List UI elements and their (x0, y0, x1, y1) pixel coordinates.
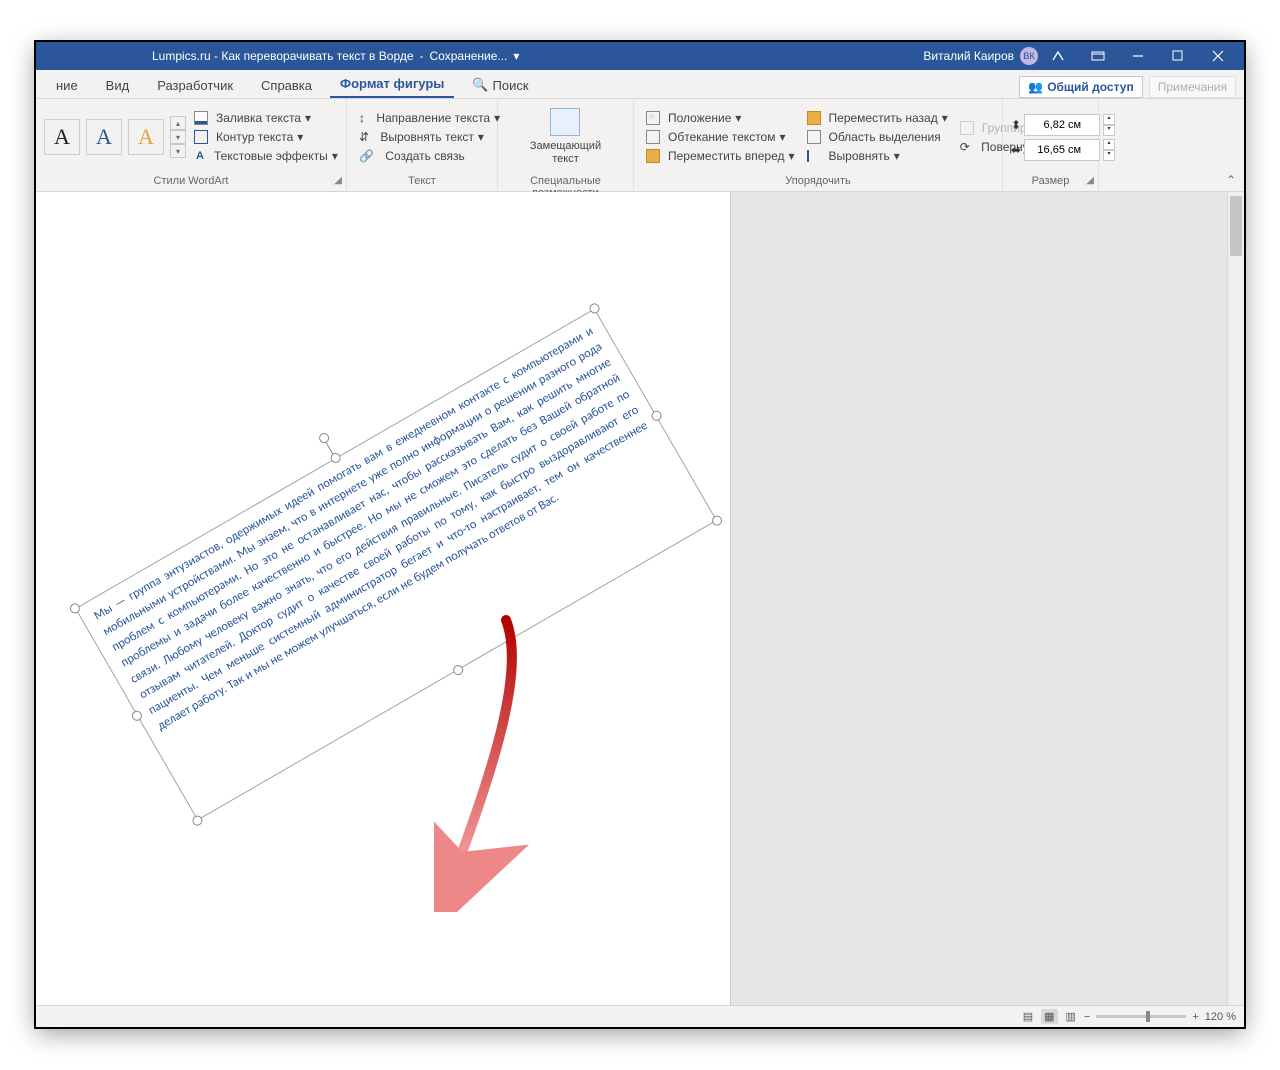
bring-forward-button[interactable]: Переместить вперед ▾ (642, 147, 799, 165)
group-label-text: Текст (347, 175, 497, 191)
height-icon: ⬍ (1011, 118, 1021, 132)
chevron-down-icon: ▾ (305, 111, 311, 125)
wordart-style-3[interactable]: A (128, 119, 164, 155)
zoom-in-icon[interactable]: + (1192, 1011, 1198, 1023)
document-title: Lumpics.ru - Как переворачивать текст в … (152, 49, 519, 63)
zoom-out-icon[interactable]: − (1084, 1011, 1090, 1023)
text-effects-button[interactable]: AТекстовые эффекты ▾ (190, 147, 342, 165)
width-icon: ⬌ (1011, 143, 1021, 157)
group-icon (960, 121, 974, 135)
alt-text-icon (550, 108, 580, 136)
group-label-arrange: Упорядочить (634, 175, 1002, 191)
zoom-control[interactable]: − + 120 % (1084, 1011, 1236, 1023)
statusbar: ▤ ▦ ▥ − + 120 % (36, 1005, 1244, 1027)
page[interactable]: Мы — группа энтузиастов, одержимых идеей… (36, 192, 731, 1008)
document-area[interactable]: Мы — группа энтузиастов, одержимых идеей… (36, 192, 1244, 1008)
align-text-button[interactable]: ⇵ Выровнять текст ▾ (355, 128, 504, 146)
ribbon-display-button[interactable] (1078, 42, 1118, 70)
dialog-launcher-icon[interactable]: ◢ (1086, 175, 1094, 186)
ribbon-tabs: ние Вид Разработчик Справка Формат фигур… (36, 70, 1244, 99)
zoom-value[interactable]: 120 % (1205, 1011, 1236, 1023)
web-layout-icon[interactable]: ▥ (1066, 1010, 1076, 1023)
avatar: ВК (1020, 47, 1038, 65)
rotate-icon: ⟳ (960, 140, 970, 154)
save-status: Сохранение... (430, 49, 508, 63)
send-backward-icon (807, 111, 821, 125)
wrap-icon (646, 130, 660, 144)
read-mode-icon[interactable]: ▤ (1023, 1010, 1033, 1023)
align-text-icon: ⇵ (359, 130, 369, 144)
collapse-ribbon-icon[interactable]: ⌃ (1226, 173, 1236, 187)
wordart-gallery[interactable]: A A A ▴▾▾ (44, 116, 186, 158)
user-account[interactable]: Виталий Каиров ВК (923, 47, 1038, 65)
dialog-launcher-icon[interactable]: ◢ (334, 175, 342, 186)
comments-label: Примечания (1158, 80, 1227, 94)
gallery-scroll[interactable]: ▴▾▾ (170, 116, 186, 158)
width-input[interactable] (1024, 139, 1100, 161)
print-layout-icon[interactable]: ▦ (1041, 1009, 1057, 1024)
tab-partial[interactable]: ние (46, 72, 88, 98)
selection-pane-button[interactable]: Область выделения (803, 128, 952, 146)
user-name: Виталий Каиров (923, 49, 1014, 63)
close-button[interactable] (1198, 42, 1238, 70)
textbox-content[interactable]: Мы — группа энтузиастов, одержимых идеей… (75, 308, 717, 820)
search-icon: 🔍 (472, 77, 488, 93)
text-direction-icon: ↕ (359, 111, 365, 125)
text-effects-icon: A (194, 150, 206, 162)
maximize-button[interactable] (1158, 42, 1198, 70)
app-window: Lumpics.ru - Как переворачивать текст в … (36, 42, 1244, 1027)
wordart-style-2[interactable]: A (86, 119, 122, 155)
chevron-down-icon: ▾ (332, 149, 338, 163)
align-icon (807, 150, 821, 162)
ribbon: A A A ▴▾▾ Заливка текста ▾ Контур текста… (36, 99, 1244, 192)
link-icon: 🔗 (359, 149, 374, 163)
create-link-button[interactable]: 🔗 Создать связь (355, 147, 504, 165)
text-outline-icon (194, 130, 208, 144)
height-input[interactable] (1024, 114, 1100, 136)
tab-view[interactable]: Вид (96, 72, 140, 98)
chevron-down-icon[interactable]: ▾ (513, 49, 519, 63)
tab-shape-format[interactable]: Формат фигуры (330, 70, 454, 98)
group-label-size: Размер (1032, 175, 1070, 187)
align-button[interactable]: Выровнять ▾ (803, 147, 952, 165)
wrap-text-button[interactable]: Обтекание текстом ▾ (642, 128, 799, 146)
scrollbar-thumb[interactable] (1230, 196, 1242, 256)
search-box[interactable]: 🔍 Поиск (462, 71, 538, 98)
tab-help[interactable]: Справка (251, 72, 322, 98)
send-backward-button[interactable]: Переместить назад ▾ (803, 109, 952, 127)
vertical-scrollbar[interactable] (1227, 192, 1244, 1008)
share-button[interactable]: 👥 Общий доступ (1019, 76, 1142, 98)
bring-forward-icon (646, 149, 660, 163)
search-label: Поиск (493, 78, 529, 93)
text-direction-button[interactable]: ↕ Направление текста ▾ (355, 109, 504, 127)
selection-pane-icon (807, 130, 821, 144)
tab-developer[interactable]: Разработчик (147, 72, 243, 98)
position-icon (646, 111, 660, 125)
minimize-button[interactable] (1118, 42, 1158, 70)
document-name: Lumpics.ru - Как переворачивать текст в … (152, 49, 414, 63)
share-label: Общий доступ (1047, 80, 1134, 94)
chevron-down-icon: ▾ (297, 130, 303, 144)
position-button[interactable]: Положение ▾ (642, 109, 799, 127)
zoom-slider[interactable] (1096, 1015, 1186, 1018)
alt-text-button[interactable]: Замещающий текст (520, 104, 611, 170)
simplify-ribbon-button[interactable] (1038, 42, 1078, 70)
rotation-handle[interactable] (317, 431, 331, 445)
text-outline-button[interactable]: Контур текста ▾ (190, 128, 342, 146)
wordart-style-1[interactable]: A (44, 119, 80, 155)
group-label-accessibility: Специальные возможности (498, 175, 633, 191)
text-fill-button[interactable]: Заливка текста ▾ (190, 109, 342, 127)
share-icon: 👥 (1028, 80, 1043, 94)
titlebar: Lumpics.ru - Как переворачивать текст в … (36, 42, 1244, 70)
group-label-wordart: Стили WordArt (154, 175, 229, 187)
text-fill-icon (194, 111, 208, 125)
rotated-textbox[interactable]: Мы — группа энтузиастов, одержимых идеей… (75, 308, 717, 820)
comments-button[interactable]: Примечания (1149, 76, 1236, 98)
